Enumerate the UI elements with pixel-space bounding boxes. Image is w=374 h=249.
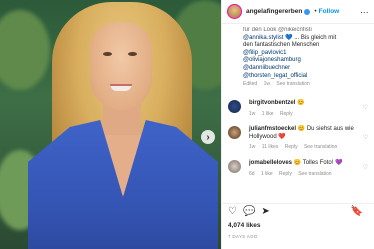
avatar[interactable] [227,4,242,19]
edited-label: Edited [243,81,258,88]
post-actions-bar: ♡ 💬 ➤ 🔖 [222,203,374,219]
post-caption: für den Look @nikeicnfisti @annika.styli… [222,24,374,88]
eye [128,52,137,56]
separator: • [314,8,317,15]
caption-text: 💙 ... Bis gleich mit [283,34,337,41]
post-username[interactable]: angelafingererben [246,8,302,15]
comment-age: 1w [249,144,256,151]
comment-text: 😊 Tolles Foto! 💜 [293,159,343,166]
mention-link[interactable]: @annika.stylist [243,35,283,41]
like-comment-icon[interactable]: ♡ [363,165,368,173]
see-translation-link[interactable]: See translation [276,81,309,87]
caption-age: 1w [263,81,270,88]
eye [103,52,112,56]
caption-line: für den Look @nikeicnfisti [243,27,312,33]
see-translation-link[interactable]: See translation [304,144,337,150]
like-comment-icon[interactable]: ♡ [363,105,368,113]
mention-link[interactable]: @thorsten_legat_official [243,73,368,81]
comment: julianfmstoeckel 😊 Du siehst aus wie Hol… [222,122,374,156]
comment: birgitvonbentzel 😊 1w 1 like Reply ♡ [222,96,374,122]
see-translation-link[interactable]: See translation [298,171,331,177]
caption-line: den fantastischen Menschen [243,42,320,49]
comment-body: birgitvonbentzel 😊 1w 1 like Reply [249,100,360,118]
follow-button[interactable]: Follow [319,8,340,15]
like-comment-icon[interactable]: ♡ [363,135,368,143]
more-options-icon[interactable]: ... [361,8,369,15]
instagram-post-view: › angelafingererben • Follow ... für den… [0,0,374,249]
reply-button[interactable]: Reply [285,144,298,150]
comment-age: 1w [249,110,256,117]
comment-icon[interactable]: 💬 [243,206,255,217]
comment-username[interactable]: birgitvonbentzel [249,100,295,106]
comment: jomabelleloves 😊 Tolles Foto! 💜 6d 1 lik… [222,156,374,182]
comment-text: 😊 [297,100,305,106]
caption-line: @annika.stylist 💙 ... Bis gleich mit [243,35,368,43]
comment-meta: 1w 11 likes Reply See translation [249,144,360,152]
comment-likes[interactable]: 11 likes [262,144,279,150]
smile [110,84,132,91]
chevron-right-icon[interactable]: › [201,130,215,144]
bookmark-icon[interactable]: 🔖 [351,206,363,217]
avatar[interactable] [228,126,241,140]
post-age: 7 DAYS AGO [228,234,258,239]
reply-button[interactable]: Reply [279,171,292,177]
share-icon[interactable]: ➤ [261,206,269,217]
comment-age: 6d [249,170,255,177]
comment-body: julianfmstoeckel 😊 Du siehst aus wie Hol… [249,126,360,152]
reply-button[interactable]: Reply [280,111,293,117]
background-foliage [0,10,50,90]
avatar[interactable] [228,159,241,173]
comment-meta: 1w 1 like Reply [249,111,360,119]
comment-likes[interactable]: 1 like [262,111,274,117]
face [90,22,152,110]
caption-meta: Edited 1w See translation [243,81,368,88]
post-header: angelafingererben • Follow ... [222,0,374,24]
comment-username[interactable]: julianfmstoeckel [249,126,296,132]
post-side-panel: angelafingererben • Follow ... für den L… [221,0,374,249]
comment-likes[interactable]: 1 like [261,171,273,177]
heart-icon[interactable]: ♡ [228,206,237,217]
mention-link[interactable]: @oliviajoneshamburg [243,57,368,65]
likes-count[interactable]: 4,074 likes [228,222,261,229]
avatar[interactable] [228,100,241,113]
comment-body: jomabelleloves 😊 Tolles Foto! 💜 6d 1 lik… [249,160,360,178]
comment-meta: 6d 1 like Reply See translation [249,171,360,179]
comment-username[interactable]: jomabelleloves [249,160,292,166]
verified-icon [304,8,311,15]
mention-link[interactable]: @filip_pavlovic1 [243,50,368,58]
post-photo[interactable]: › [0,0,221,249]
mention-link[interactable]: @danniibuechner [243,65,368,73]
